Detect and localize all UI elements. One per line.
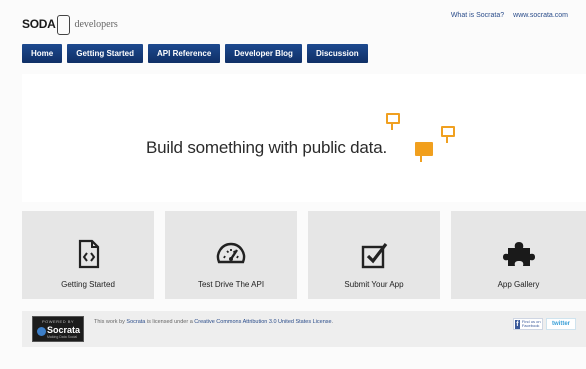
nav-api-reference[interactable]: API Reference	[148, 44, 221, 63]
tile-label: Test Drive The API	[197, 280, 265, 289]
powered-tagline: Making Data Social	[47, 335, 78, 339]
nav-developer-blog[interactable]: Developer Blog	[225, 44, 302, 63]
page: SODA developers What is Socrata? www.soc…	[0, 0, 586, 369]
checkbox-icon	[361, 243, 388, 269]
powered-by-text: POWERED BY	[41, 319, 75, 324]
logo-soda-text: SODA	[22, 17, 56, 31]
main-nav: Home Getting Started API Reference Devel…	[22, 44, 368, 63]
puzzle-piece-icon	[502, 242, 535, 266]
facebook-icon: f	[515, 319, 520, 329]
tile-label: Getting Started	[61, 280, 115, 289]
license-text: .	[331, 319, 334, 325]
tile-test-drive-api[interactable]: Test Drive The API	[165, 211, 297, 299]
what-is-socrata-link[interactable]: What is Socrata?	[451, 12, 504, 19]
facebook-button[interactable]: f Find us on Facebook	[513, 318, 543, 330]
license-notice: This work by Socrata is licensed under a…	[94, 319, 333, 325]
license-link[interactable]: Creative Commons Attribution 3.0 United …	[194, 319, 331, 325]
powered-by-socrata-badge[interactable]: POWERED BY Socrata Making Data Social	[32, 316, 84, 342]
speech-bubble-icon	[386, 113, 400, 130]
powered-socrata-name: Socrata	[47, 325, 81, 335]
speech-bubble-filled-icon	[415, 142, 433, 162]
twitter-button[interactable]: twitter	[546, 318, 576, 330]
tile-getting-started[interactable]: Getting Started	[22, 211, 154, 299]
logo-bubble-icon	[57, 15, 71, 35]
tile-label: Submit Your App	[344, 280, 404, 289]
tile-label: App Gallery	[497, 280, 540, 289]
tile-app-gallery[interactable]: App Gallery	[451, 211, 586, 299]
hero-tagline: Build something with public data.	[146, 138, 387, 157]
socrata-logo-icon	[37, 327, 46, 336]
document-code-icon	[78, 239, 100, 269]
speech-bubble-icon	[441, 126, 455, 143]
logo-developers-text: developers	[74, 18, 118, 30]
nav-home[interactable]: Home	[22, 44, 63, 63]
soda-developers-logo[interactable]: SODA developers	[22, 11, 118, 37]
license-author-link[interactable]: Socrata	[126, 319, 145, 325]
feature-tiles: Getting Started Test Drive The API Submi…	[22, 211, 586, 299]
tile-submit-your-app[interactable]: Submit Your App	[308, 211, 440, 299]
hero-banner: Build something with public data.	[22, 74, 586, 202]
footer: POWERED BY Socrata Making Data Social Th…	[22, 311, 586, 347]
nav-getting-started[interactable]: Getting Started	[67, 44, 144, 63]
top-links: What is Socrata? www.socrata.com	[451, 12, 568, 19]
nav-discussion[interactable]: Discussion	[306, 44, 368, 63]
facebook-label: Find us on Facebook	[521, 319, 541, 328]
speedometer-icon	[216, 242, 246, 264]
license-text: is licensed under a	[145, 319, 195, 325]
license-text: This work by	[94, 319, 127, 325]
socrata-website-link[interactable]: www.socrata.com	[513, 12, 568, 19]
